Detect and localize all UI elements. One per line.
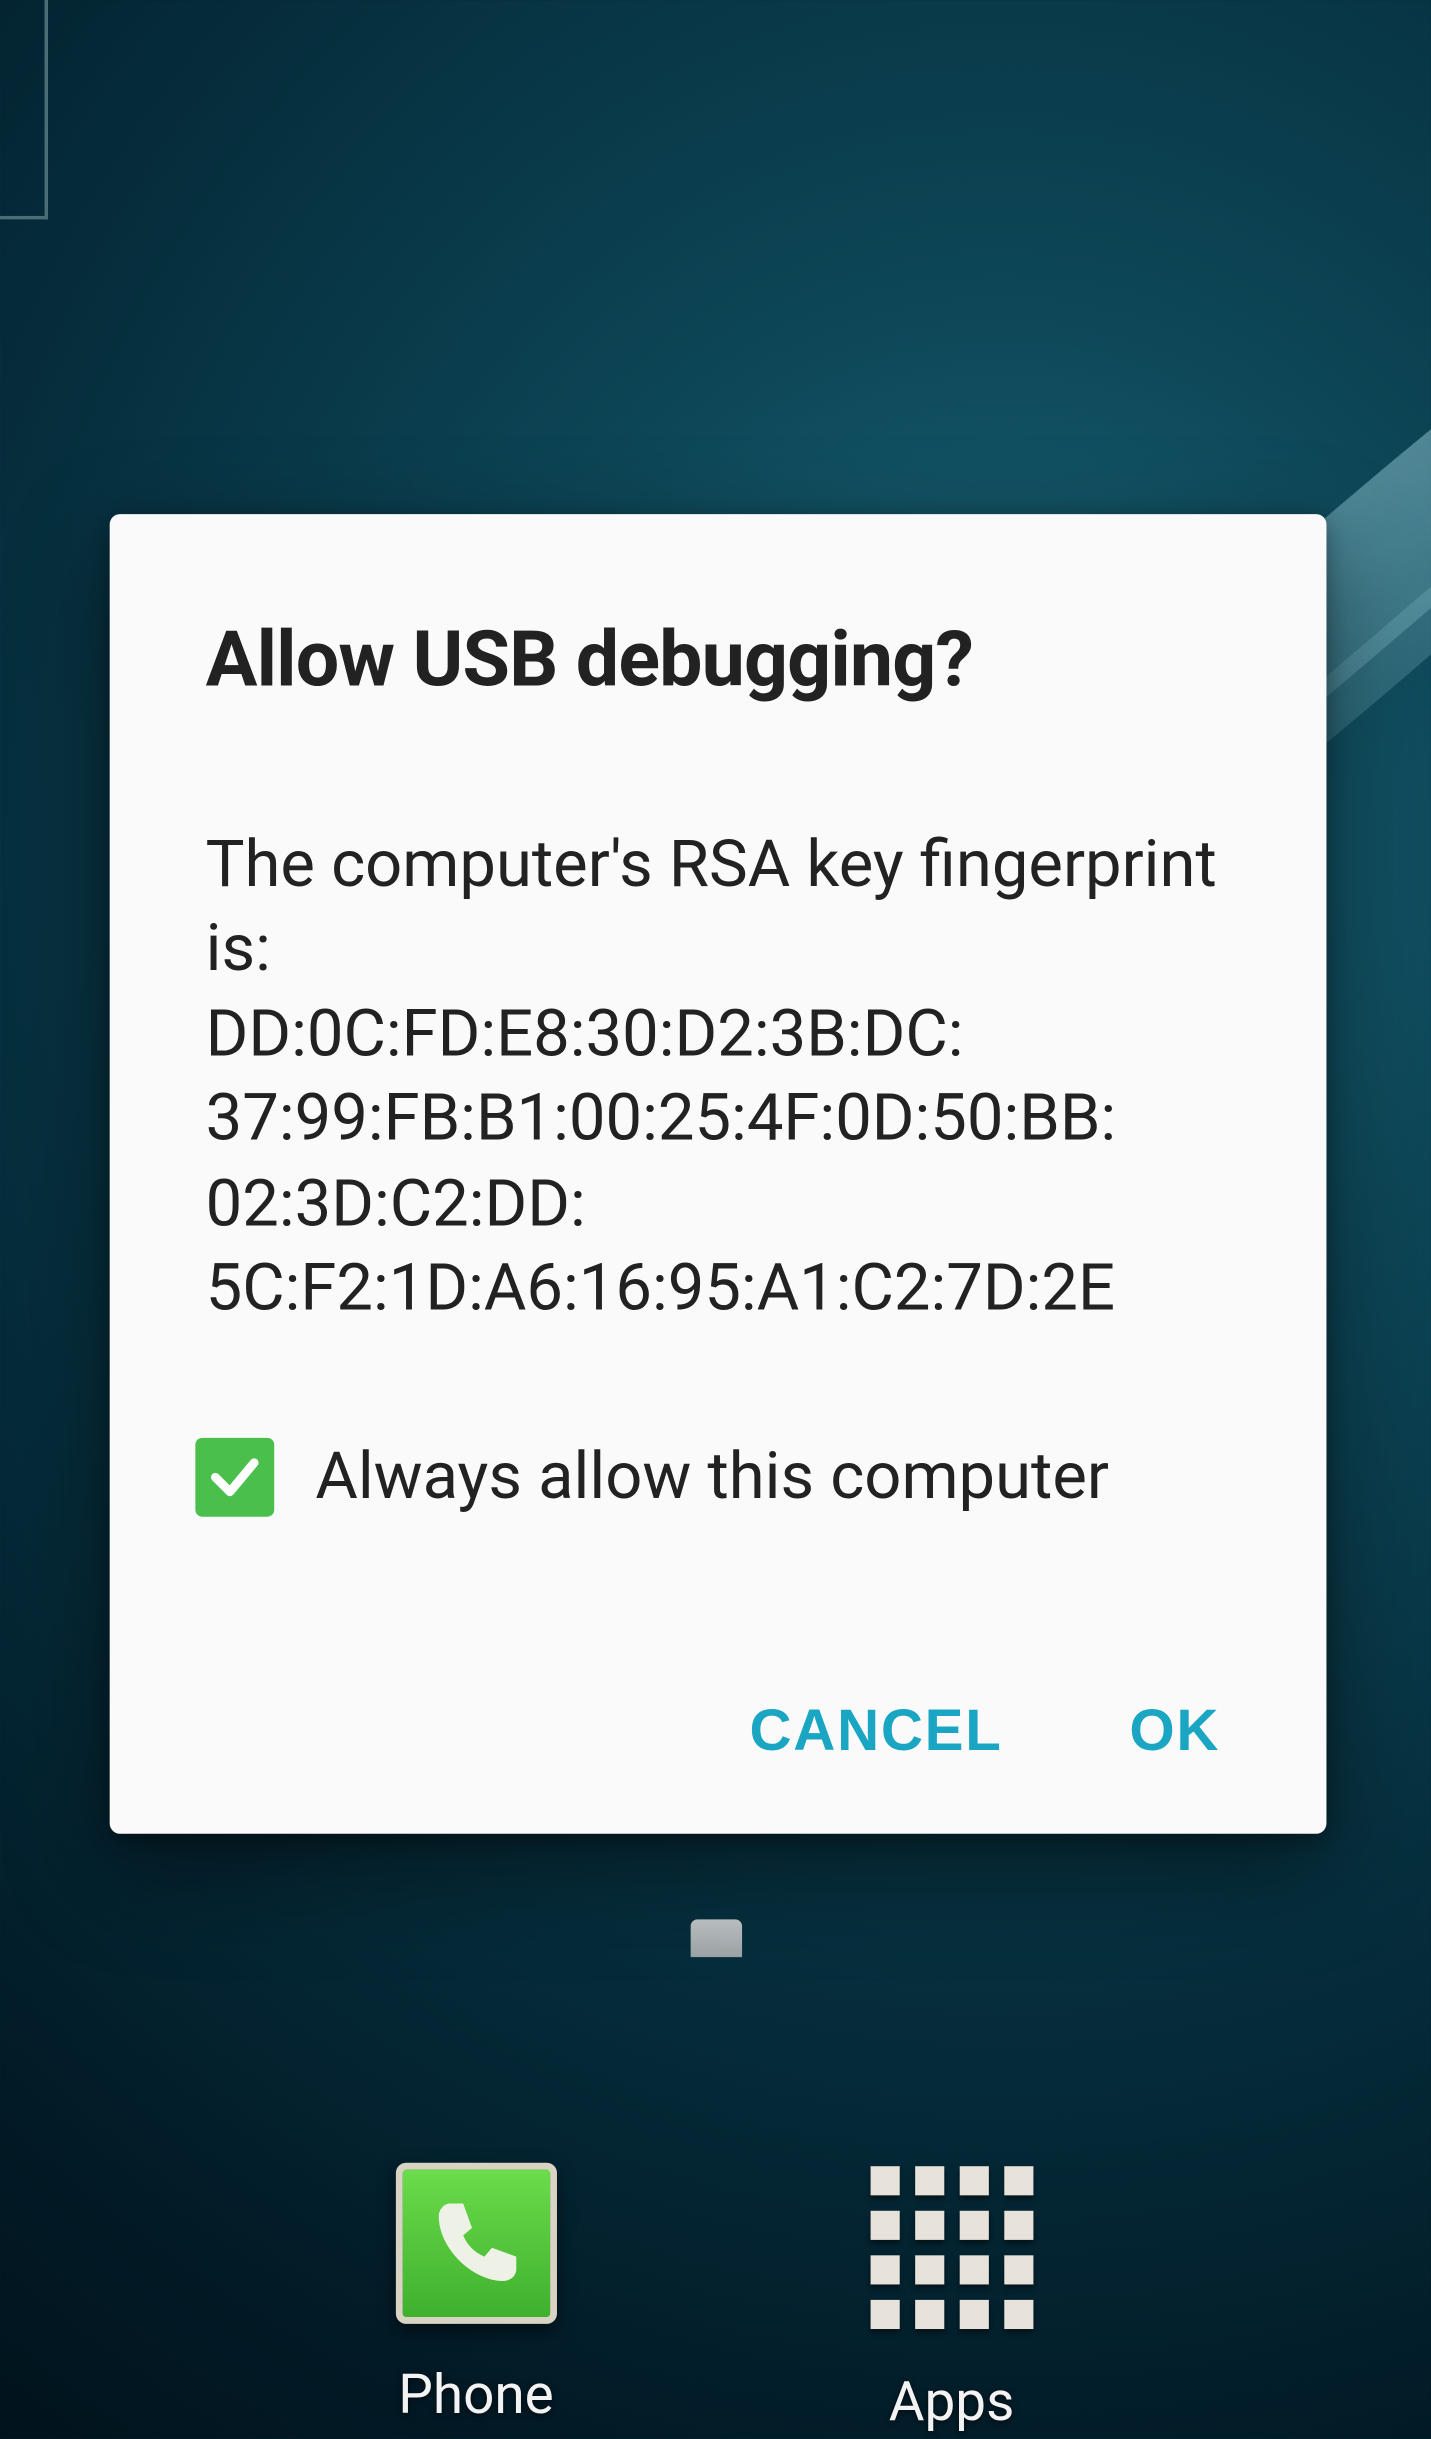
dock-item-apps[interactable]: Apps (868, 2163, 1036, 2434)
home-indicator-icon (690, 1919, 741, 1957)
dock-item-phone[interactable]: Phone (395, 2163, 556, 2434)
screenshot-corner-artifact (0, 0, 48, 219)
ok-button[interactable]: OK (1126, 1689, 1224, 1776)
dialog-actions: CANCEL OK (206, 1689, 1231, 1776)
usb-debugging-dialog: Allow USB debugging? The computer's RSA … (110, 514, 1327, 1834)
checkbox-label: Always allow this computer (315, 1440, 1109, 1515)
dock: Phone Apps (0, 2163, 1431, 2434)
dock-label-phone: Phone (398, 2362, 553, 2427)
phone-icon (395, 2163, 556, 2324)
dialog-title: Allow USB debugging? (206, 614, 1231, 705)
always-allow-checkbox-row[interactable]: Always allow this computer (195, 1438, 1230, 1517)
dialog-body-text: The computer's RSA key fingerprint is: D… (206, 824, 1231, 1332)
cancel-button[interactable]: CANCEL (746, 1689, 1006, 1776)
apps-grid-icon (868, 2163, 1036, 2331)
dock-label-apps: Apps (889, 2368, 1015, 2433)
checkbox-checked-icon[interactable] (195, 1438, 274, 1517)
